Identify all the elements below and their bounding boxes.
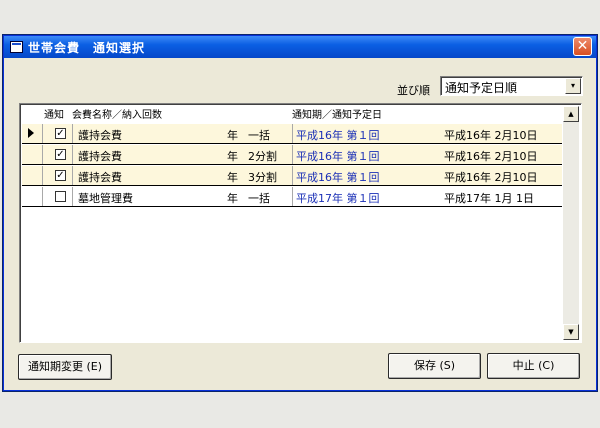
scroll-up-icon[interactable]: ▲ <box>563 106 579 122</box>
column-header-period: 通知期／通知予定日 <box>292 110 382 121</box>
app-icon <box>10 41 23 53</box>
scroll-down-icon[interactable]: ▼ <box>563 324 579 340</box>
change-period-button[interactable]: 通知期変更 (E) <box>18 354 112 380</box>
fee-year: 年 <box>227 129 238 142</box>
fee-name: 護持会費 <box>78 150 122 163</box>
notify-checkbox[interactable] <box>55 191 66 202</box>
fee-year: 年 <box>227 192 238 205</box>
close-button[interactable]: ✕ <box>573 37 592 56</box>
table-row[interactable]: ✓ 護持会費 年 一括 平成16年 第１回 平成16年 2月10日 <box>22 124 562 144</box>
fee-installment: 2分割 <box>248 150 277 163</box>
table-row[interactable]: ✓ 護持会費 年 2分割 平成16年 第１回 平成16年 2月10日 <box>22 145 562 165</box>
notify-checkbox[interactable]: ✓ <box>55 149 66 160</box>
table-row[interactable]: ✓ 護持会費 年 3分割 平成16年 第１回 平成16年 2月10日 <box>22 166 562 186</box>
cancel-button[interactable]: 中止 (C) <box>487 353 580 379</box>
dialog-window: 世帯会費 通知選択 ✕ 並び順 通知予定日順 ▾ 通知 会費名称／納入回数 通知… <box>3 35 597 391</box>
sort-order-select[interactable]: 通知予定日順 ▾ <box>440 76 583 96</box>
fee-name: 護持会費 <box>78 171 122 184</box>
notify-date: 平成16年 2月10日 <box>444 171 538 184</box>
notify-checkbox[interactable]: ✓ <box>55 170 66 181</box>
title-bar[interactable]: 世帯会費 通知選択 ✕ <box>4 36 596 58</box>
fee-name: 墓地管理費 <box>78 192 133 205</box>
notify-date: 平成17年 1月 1日 <box>444 192 534 205</box>
current-row-marker-icon <box>28 128 34 138</box>
sort-order-label: 並び順 <box>397 84 430 97</box>
vertical-scrollbar[interactable]: ▲ ▼ <box>563 106 579 340</box>
fee-installment: 一括 <box>248 129 270 142</box>
column-header-notify: 通知 <box>44 110 64 121</box>
notify-checkbox[interactable]: ✓ <box>55 128 66 139</box>
fee-installment: 一括 <box>248 192 270 205</box>
column-header-fee: 会費名称／納入回数 <box>72 110 162 121</box>
dropdown-arrow-icon[interactable]: ▾ <box>565 78 581 94</box>
notify-period: 平成16年 第１回 <box>296 129 380 142</box>
save-button[interactable]: 保存 (S) <box>388 353 481 379</box>
sort-order-value: 通知予定日順 <box>445 81 518 95</box>
window-title: 世帯会費 通知選択 <box>28 41 146 55</box>
fee-installment: 3分割 <box>248 171 277 184</box>
notification-grid: 通知 会費名称／納入回数 通知期／通知予定日 ✓ 護持会費 年 一括 平成16年… <box>19 103 582 343</box>
notify-period: 平成17年 第１回 <box>296 192 380 205</box>
notify-date: 平成16年 2月10日 <box>444 129 538 142</box>
notify-period: 平成16年 第１回 <box>296 150 380 163</box>
table-row[interactable]: 墓地管理費 年 一括 平成17年 第１回 平成17年 1月 1日 <box>22 187 562 207</box>
notify-date: 平成16年 2月10日 <box>444 150 538 163</box>
notify-period: 平成16年 第１回 <box>296 171 380 184</box>
fee-year: 年 <box>227 171 238 184</box>
fee-name: 護持会費 <box>78 129 122 142</box>
fee-year: 年 <box>227 150 238 163</box>
